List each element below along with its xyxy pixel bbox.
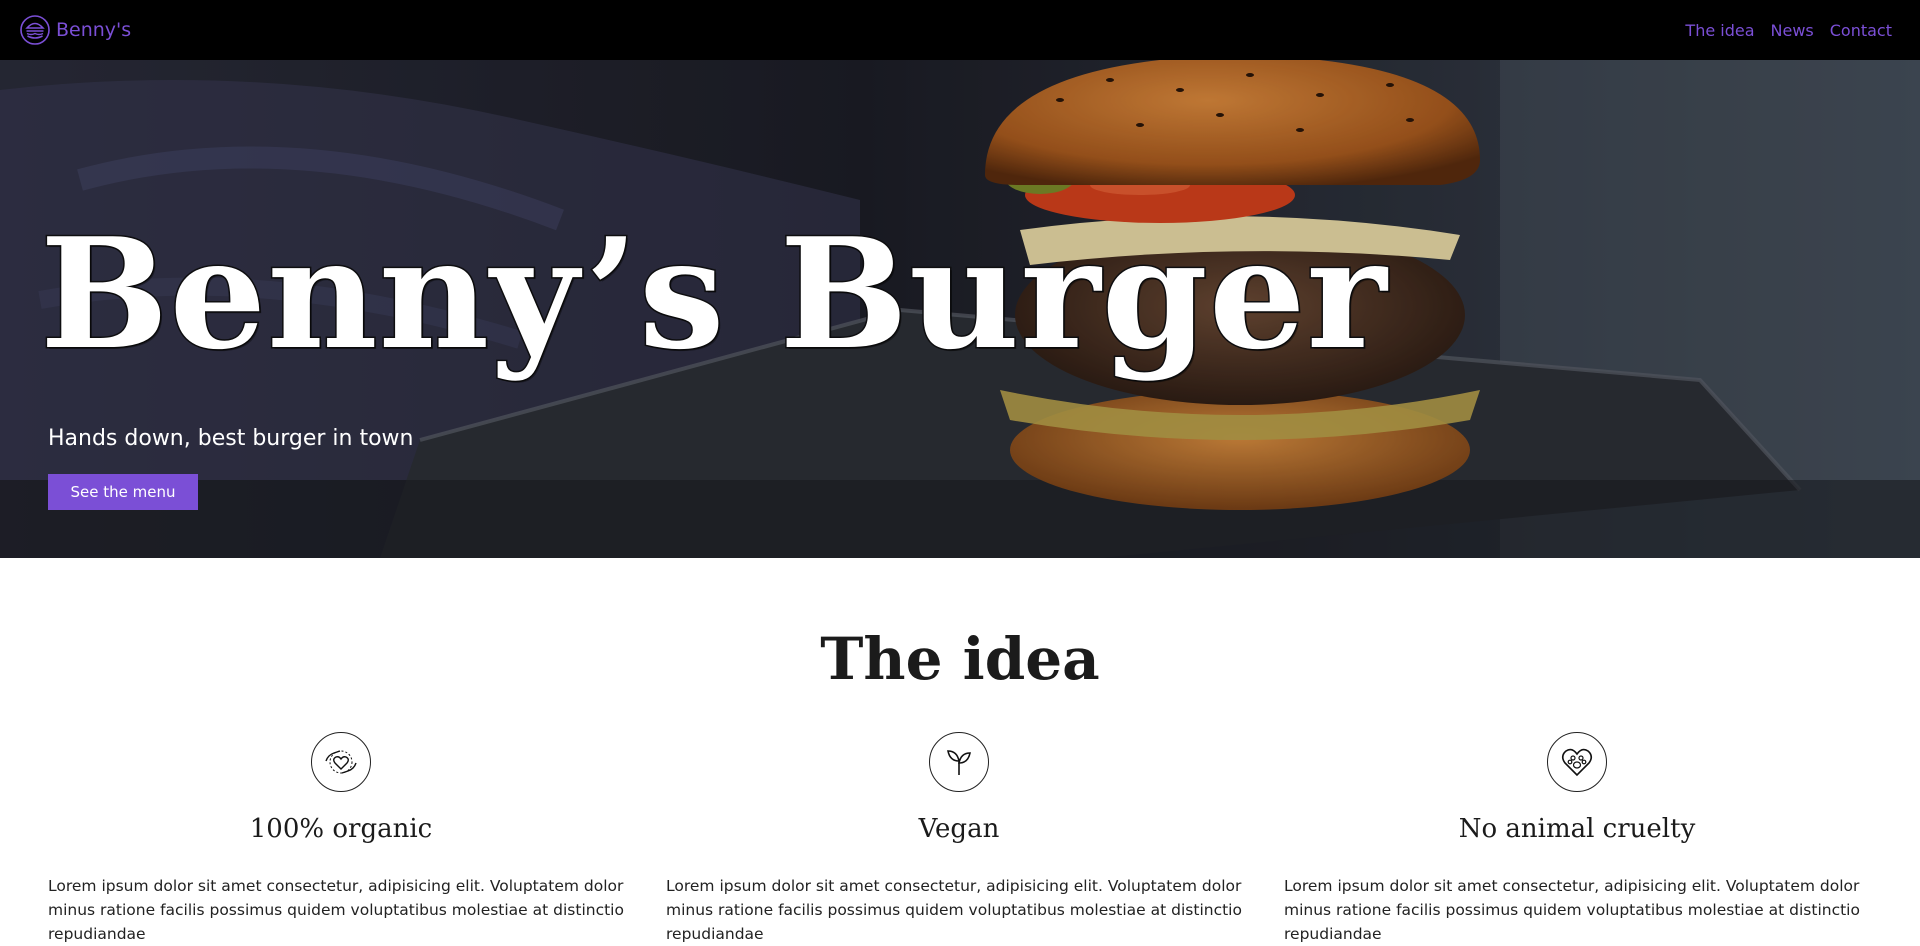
idea-section-title: The idea [820, 625, 1100, 693]
heart-hands-icon [311, 732, 371, 792]
see-menu-button[interactable]: See the menu [48, 474, 198, 510]
feature-text: Lorem ipsum dolor sit amet consectetur, … [1284, 877, 1860, 943]
nav-link-news[interactable]: News [1771, 21, 1814, 40]
feature-card: No animal cruelty Lorem ipsum dolor sit … [1284, 732, 1870, 946]
hero-section: Benny’s Burger Hands down, best burger i… [0, 60, 1920, 558]
nav-link-contact[interactable]: Contact [1830, 21, 1892, 40]
feature-text: Lorem ipsum dolor sit amet consectetur, … [48, 877, 624, 943]
features-row: 100% organic Lorem ipsum dolor sit amet … [48, 732, 1872, 946]
nav-links: The idea News Contact [1685, 21, 1892, 40]
brand-link[interactable]: Benny's [20, 15, 131, 45]
feature-text: Lorem ipsum dolor sit amet consectetur, … [666, 877, 1242, 943]
paw-heart-icon [1547, 732, 1607, 792]
brand-name: Benny's [56, 19, 132, 41]
top-navbar: Benny's The idea News Contact [0, 0, 1920, 60]
feature-card: 100% organic Lorem ipsum dolor sit amet … [48, 732, 634, 946]
burger-icon [20, 15, 50, 45]
sprout-icon [929, 732, 989, 792]
feature-title: No animal cruelty [1458, 814, 1696, 844]
hero-subtitle: Hands down, best burger in town [48, 426, 414, 451]
feature-title: Vegan [918, 814, 1000, 844]
hero-title: Benny’s Burger [39, 204, 1389, 383]
nav-link-the-idea[interactable]: The idea [1685, 21, 1754, 40]
feature-card: Vegan Lorem ipsum dolor sit amet consect… [666, 732, 1252, 946]
feature-title: 100% organic [249, 814, 433, 844]
